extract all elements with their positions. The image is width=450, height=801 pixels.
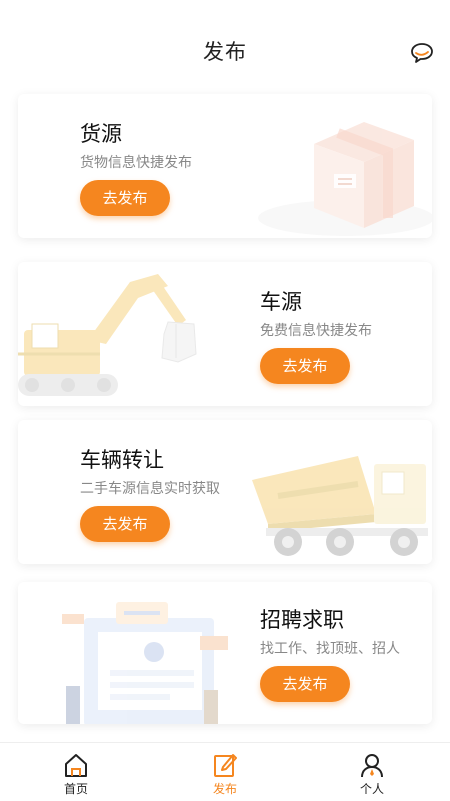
card-subtitle: 货物信息快捷发布	[80, 155, 192, 171]
tab-label: 个人	[359, 782, 384, 796]
edit-icon	[214, 754, 237, 777]
card-subtitle: 免费信息快捷发布	[260, 323, 372, 339]
tab-label: 首页	[63, 782, 88, 796]
home-icon	[65, 754, 87, 777]
card-title: 招聘求职	[260, 608, 344, 632]
card-title: 货源	[80, 122, 122, 146]
header: 发布	[0, 0, 450, 100]
dump-truck-icon	[252, 456, 428, 556]
chat-bubble-icon	[411, 43, 433, 63]
card-subtitle: 二手车源信息实时获取	[80, 481, 220, 497]
cargo-box-icon	[258, 122, 432, 236]
tab-profile[interactable]: 个人	[332, 743, 412, 801]
card-title: 车辆转让	[80, 448, 164, 472]
page-title: 发布	[203, 40, 247, 64]
publish-transfer-button[interactable]: 去发布	[80, 506, 170, 542]
job-board-icon	[62, 602, 228, 724]
bottom-tab-bar: 首页 发布 个人	[0, 742, 450, 801]
chat-button[interactable]	[409, 40, 435, 66]
card-vehicle: 车源 免费信息快捷发布 去发布	[18, 262, 432, 406]
excavator-icon	[18, 274, 197, 396]
publish-job-button[interactable]: 去发布	[260, 666, 350, 702]
publish-cargo-button[interactable]: 去发布	[80, 180, 170, 216]
user-icon	[361, 754, 383, 778]
tab-home[interactable]: 首页	[36, 743, 116, 801]
card-cargo: 货源 货物信息快捷发布 去发布	[18, 94, 432, 238]
card-vehicle-transfer: 车辆转让 二手车源信息实时获取 去发布	[18, 420, 432, 564]
tab-label: 发布	[212, 782, 237, 796]
tab-publish[interactable]: 发布	[185, 743, 265, 801]
card-subtitle: 找工作、找顶班、招人	[260, 641, 400, 657]
card-recruitment: 招聘求职 找工作、找顶班、招人 去发布	[18, 582, 432, 724]
publish-vehicle-button[interactable]: 去发布	[260, 348, 350, 384]
card-title: 车源	[260, 290, 302, 314]
